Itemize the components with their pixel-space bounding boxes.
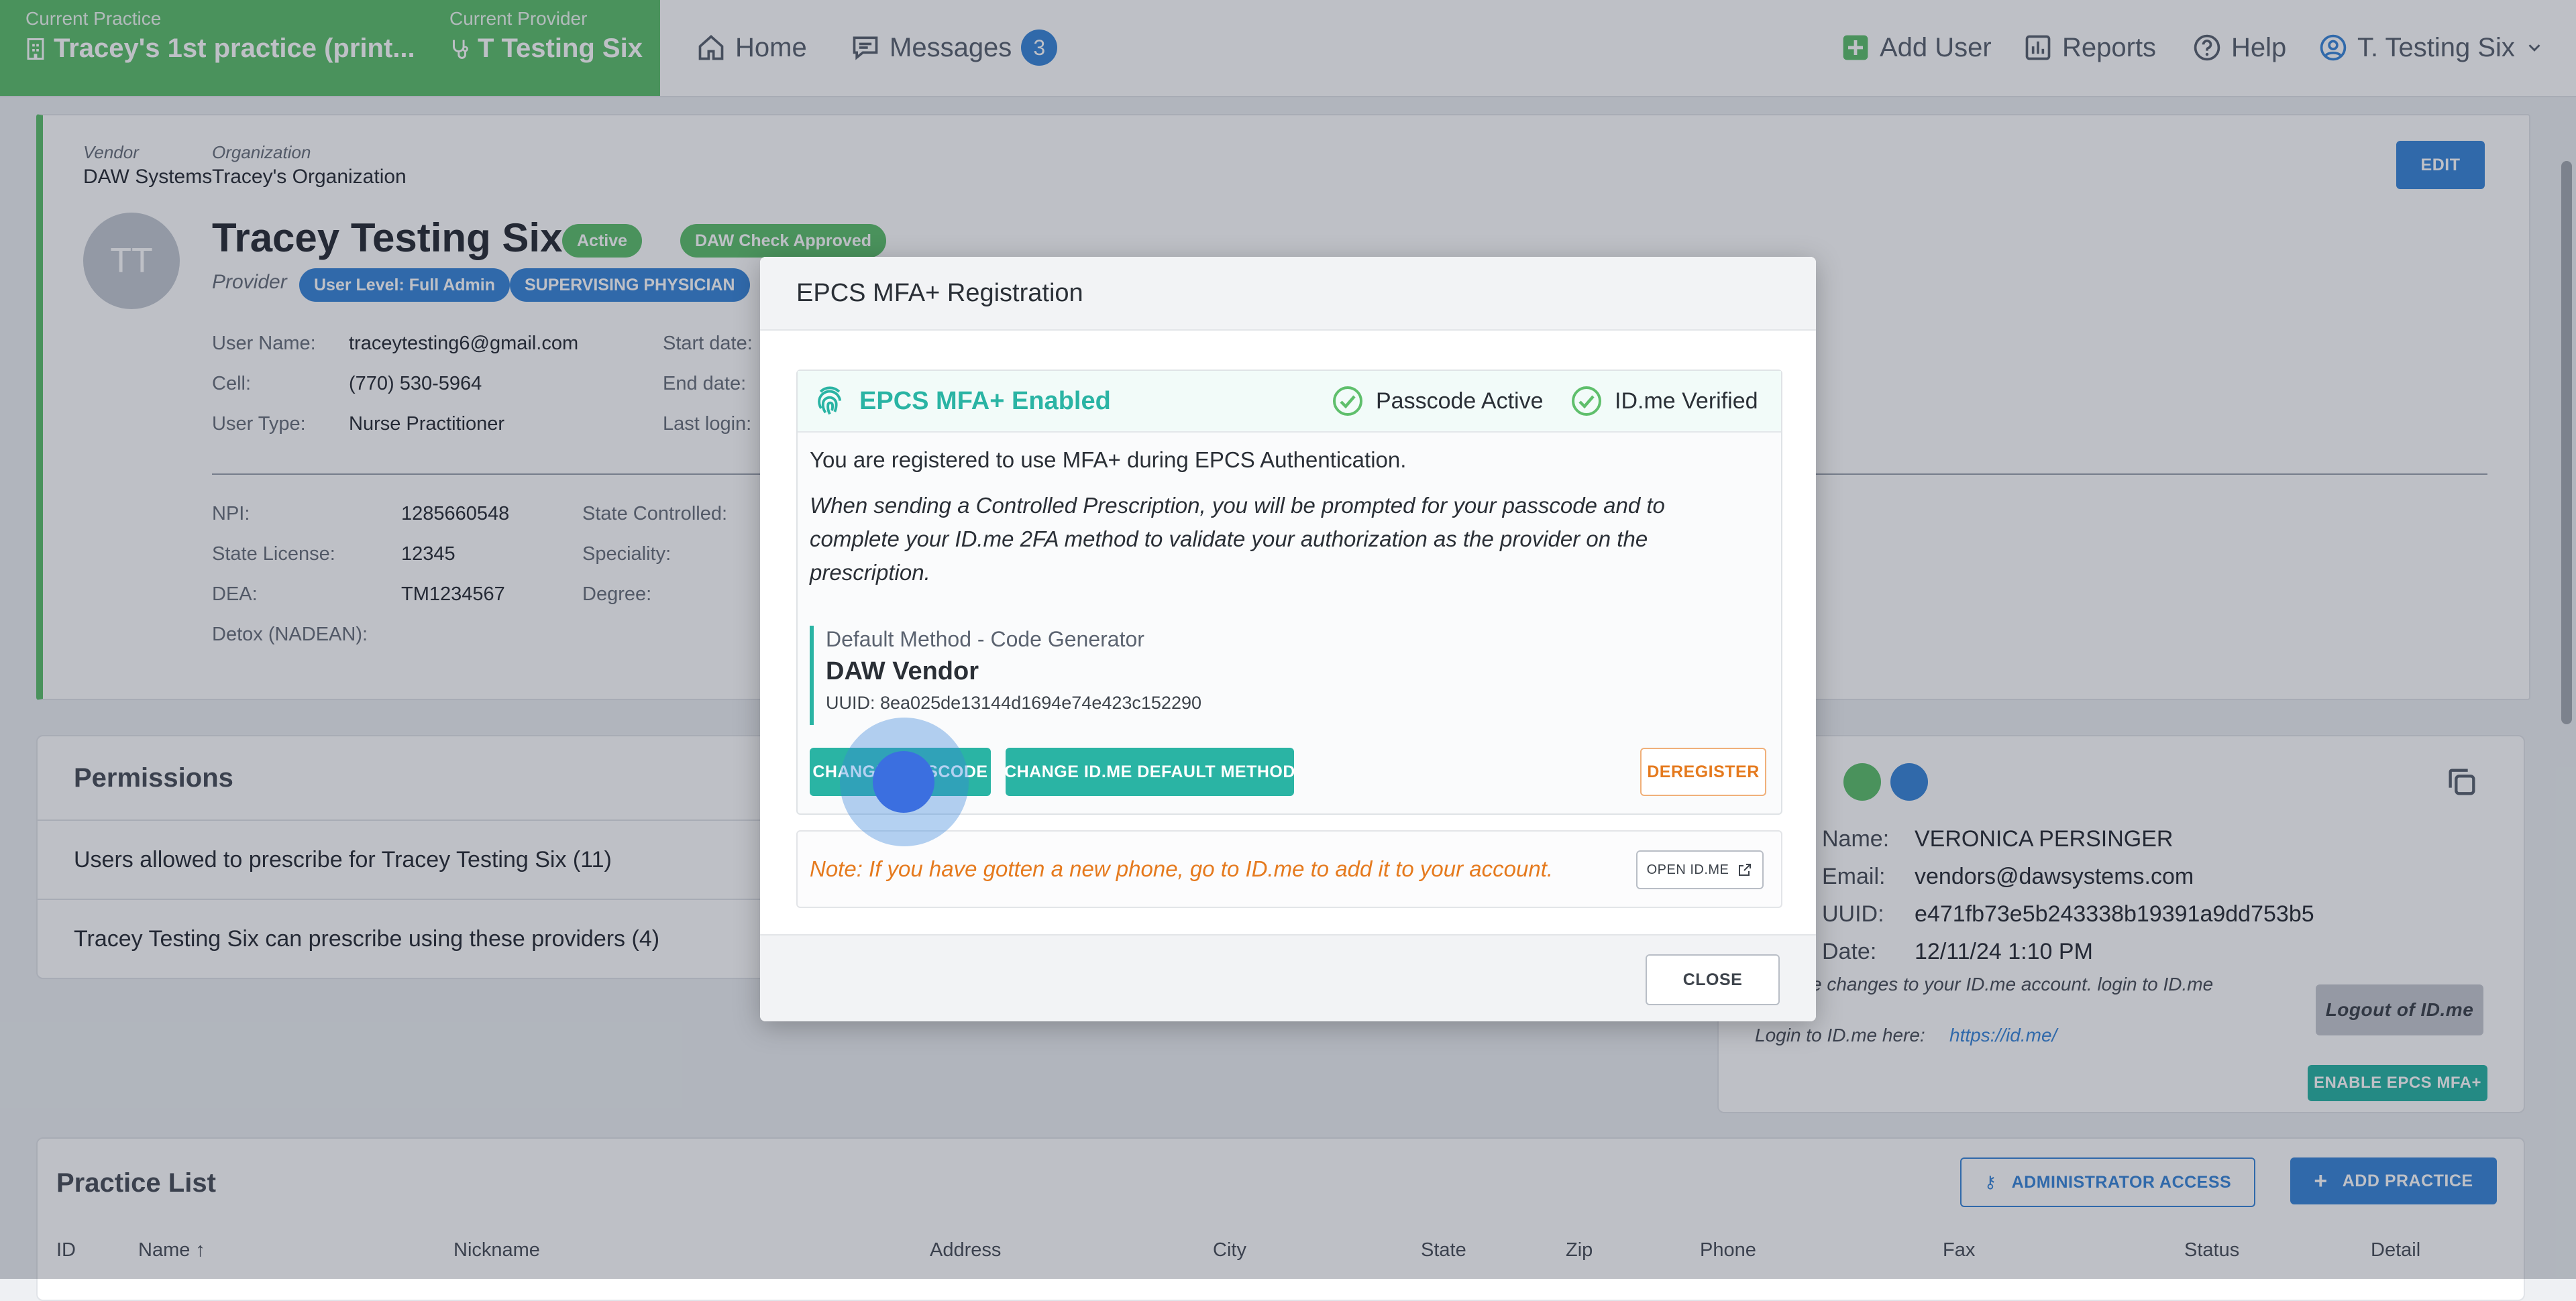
- epcs-status-header: EPCS MFA+ Enabled Passcode Active ID.me …: [798, 371, 1781, 433]
- epcs-enabled-title: EPCS MFA+ Enabled: [812, 371, 1111, 431]
- app-root: Current Practice Tracey's 1st practice (…: [0, 0, 2576, 1301]
- default-method-label: Default Method - Code Generator: [826, 627, 1144, 651]
- fingerprint-icon: [818, 386, 842, 415]
- epcs-registration-modal: EPCS MFA+ Registration EPCS MFA+ Enabled…: [760, 257, 1816, 1021]
- registered-text: You are registered to use MFA+ during EP…: [810, 447, 1407, 472]
- change-idme-default-method-button[interactable]: CHANGE ID.ME DEFAULT METHOD: [1004, 748, 1295, 796]
- check-circle-icon: [1333, 386, 1362, 416]
- deregister-button[interactable]: DEREGISTER: [1640, 748, 1766, 796]
- idme-verified-label: ID.me Verified: [1615, 388, 1758, 414]
- passcode-status-label: Passcode Active: [1376, 388, 1544, 414]
- passcode-status: Passcode Active: [1332, 371, 1543, 431]
- external-link-icon: [1739, 864, 1752, 876]
- click-indicator-dot: [873, 751, 934, 813]
- epcs-enabled-label: EPCS MFA+ Enabled: [859, 386, 1111, 415]
- new-phone-note: Note: If you have gotten a new phone, go…: [796, 830, 1782, 908]
- open-idme-label: OPEN ID.ME: [1646, 862, 1729, 877]
- default-method-uuid: UUID: 8ea025de13144d1694e74e423c152290: [826, 693, 1201, 713]
- controlled-prescription-info: When sending a Controlled Prescription, …: [810, 493, 1665, 585]
- modal-footer: CLOSE: [760, 934, 1816, 1021]
- modal-title: EPCS MFA+ Registration: [760, 257, 1816, 331]
- idme-verified-status: ID.me Verified: [1570, 371, 1758, 431]
- open-idme-button[interactable]: OPEN ID.ME: [1636, 850, 1764, 889]
- default-method-name: DAW Vendor: [826, 657, 979, 685]
- check-circle-icon: [1572, 386, 1601, 416]
- close-button[interactable]: CLOSE: [1646, 954, 1780, 1005]
- default-method-block: Default Method - Code Generator DAW Vend…: [810, 626, 1212, 725]
